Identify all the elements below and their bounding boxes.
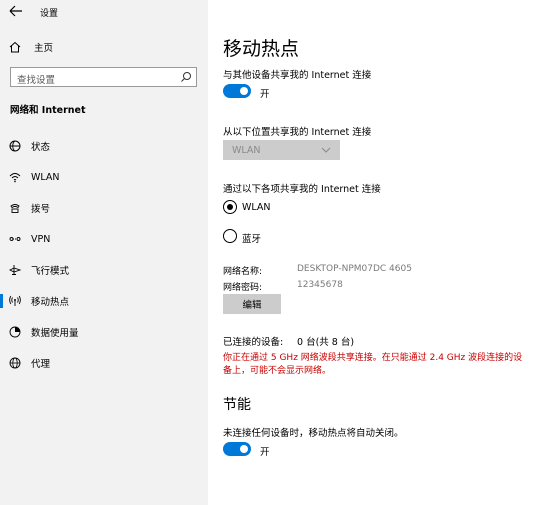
network-name-value: DESKTOP-NPM07DC 4605	[297, 264, 412, 274]
app-title: 设置	[40, 9, 59, 19]
sidebar-item-data-usage[interactable]: 数据使用量	[0, 320, 208, 344]
vpn-icon	[8, 232, 22, 246]
power-saving-toggle-text: 开	[260, 447, 270, 458]
title-bar: 设置	[0, 0, 208, 24]
radio-bluetooth[interactable]	[223, 229, 237, 243]
network-name-key: 网络名称:	[223, 267, 263, 277]
data-usage-icon	[8, 325, 22, 339]
sidebar-item-label: 移动热点	[31, 297, 70, 308]
sidebar-item-label: 状态	[31, 142, 51, 153]
share-label: 与其他设备共享我的 Internet 连接	[223, 70, 372, 81]
chevron-down-icon	[321, 146, 331, 154]
page-title: 移动热点	[223, 38, 300, 60]
sidebar-item-dialup[interactable]: 拨号	[0, 196, 208, 220]
sidebar-item-wlan[interactable]: WLAN	[0, 165, 208, 189]
home-nav-item[interactable]: 主页	[9, 38, 199, 56]
search-icon[interactable]	[180, 71, 192, 83]
search-placeholder: 查找设置	[17, 75, 56, 86]
power-saving-toggle[interactable]	[223, 442, 251, 456]
radio-wlan-label: WLAN	[242, 202, 271, 213]
power-saving-title: 节能	[223, 397, 251, 413]
wifi-icon	[8, 170, 22, 184]
power-saving-description: 未连接任何设备时，移动热点将自动关闭。	[223, 428, 404, 439]
from-label: 从以下位置共享我的 Internet 连接	[223, 127, 372, 138]
radio-bluetooth-label: 蓝牙	[242, 234, 262, 245]
edit-button[interactable]: 编辑	[223, 294, 281, 314]
globe-icon	[8, 139, 22, 153]
connected-devices-value: 0 台(共 8 台)	[297, 337, 355, 348]
connected-devices-key: 已连接的设备:	[223, 337, 284, 348]
sidebar-item-label: 数据使用量	[31, 328, 79, 339]
search-input[interactable]: 查找设置	[10, 67, 197, 87]
radio-wlan[interactable]	[223, 200, 237, 214]
sidebar-item-airplane-mode[interactable]: 飞行模式	[0, 258, 208, 282]
sidebar-item-proxy[interactable]: 代理	[0, 351, 208, 375]
section-title: 网络和 Internet	[10, 105, 86, 116]
network-password-value: 12345678	[297, 280, 343, 290]
dropdown-value: WLAN	[232, 145, 261, 156]
hotspot-icon	[8, 294, 22, 308]
share-toggle[interactable]	[223, 84, 251, 98]
main-panel: 移动热点 与其他设备共享我的 Internet 连接 开 从以下位置共享我的 I…	[208, 0, 554, 505]
sidebar-item-label: 代理	[31, 359, 51, 370]
sidebar-item-label: WLAN	[31, 171, 60, 183]
sidebar: 设置 主页 查找设置 网络和 Internet 状态 WLAN 拨号 VPN 飞…	[0, 0, 208, 505]
sidebar-item-label: 飞行模式	[31, 266, 70, 277]
home-icon	[9, 41, 21, 53]
sidebar-item-status[interactable]: 状态	[0, 134, 208, 158]
sidebar-item-label: VPN	[31, 233, 51, 245]
share-from-dropdown[interactable]: WLAN	[223, 140, 340, 160]
sidebar-item-vpn[interactable]: VPN	[0, 227, 208, 251]
via-label: 通过以下各项共享我的 Internet 连接	[223, 184, 381, 195]
home-label: 主页	[34, 43, 54, 54]
band-warning: 你正在通过 5 GHz 网络波段共享连接。在只能通过 2.4 GHz 波段连接的…	[223, 353, 523, 376]
sidebar-item-label: 拨号	[31, 204, 51, 215]
back-arrow-icon[interactable]	[8, 4, 24, 18]
share-toggle-text: 开	[260, 89, 270, 100]
airplane-icon	[8, 263, 22, 277]
dialup-icon	[8, 201, 22, 215]
proxy-globe-icon	[8, 356, 22, 370]
sidebar-item-mobile-hotspot[interactable]: 移动热点	[0, 289, 208, 313]
network-password-key: 网络密码:	[223, 283, 263, 293]
